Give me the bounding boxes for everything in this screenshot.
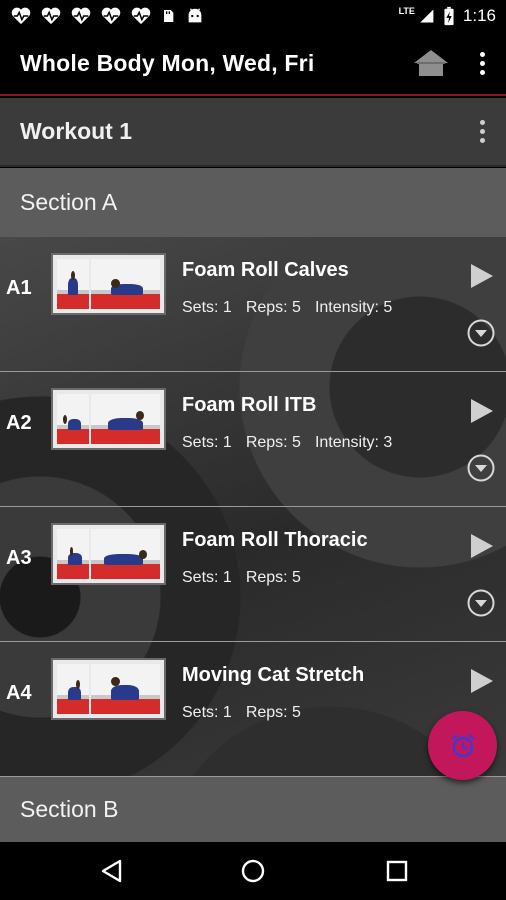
exercise-name: Foam Roll Calves <box>182 259 349 281</box>
chevron-down-icon[interactable] <box>467 589 495 617</box>
heartbeat-icon <box>101 7 121 25</box>
heartbeat-icon <box>71 7 91 25</box>
sd-card-icon <box>164 10 174 22</box>
exercise-sets: Sets: 1 <box>182 299 232 316</box>
play-icon[interactable] <box>470 398 494 424</box>
system-nav-bar <box>0 842 506 900</box>
exercise-code: A4 <box>6 682 32 704</box>
exercise-sets: Sets: 1 <box>182 704 232 721</box>
notification-icons <box>10 6 206 26</box>
exercise-thumbnail <box>51 658 166 720</box>
home-circle-icon[interactable] <box>240 858 266 884</box>
home-icon[interactable] <box>412 48 450 78</box>
exercise-code: A2 <box>6 412 32 434</box>
exercise-code: A3 <box>6 547 32 569</box>
battery-charging-icon <box>444 6 454 26</box>
section-header-a[interactable]: Section A <box>0 168 506 237</box>
exercise-intensity: Intensity: 3 <box>314 434 393 451</box>
back-icon[interactable] <box>99 858 125 884</box>
heartbeat-icon <box>11 7 31 25</box>
chevron-down-icon[interactable] <box>467 319 495 347</box>
section-header-b[interactable]: Section B <box>0 777 506 842</box>
android-icon <box>188 8 202 23</box>
play-icon[interactable] <box>470 263 494 289</box>
heartbeat-icon <box>131 7 151 25</box>
exercise-row[interactable]: A3 Foam Roll Thoracic Sets: 1 Reps: 5 <box>0 507 506 642</box>
exercise-row[interactable]: A1 Foam Roll Calves Sets: 1 Reps: 5 Intens… <box>0 237 506 372</box>
alarm-clock-icon <box>450 733 475 757</box>
workout-title: Workout 1 <box>20 118 133 144</box>
exercise-details: Sets: 1 Reps: 5 Intensity: 5 <box>182 299 406 317</box>
exercise-name: Foam Roll ITB <box>182 394 317 416</box>
app-bar: Whole Body Mon, Wed, Fri <box>0 32 506 96</box>
exercise-details: Sets: 1 Reps: 5 Intensity: 3 <box>182 434 406 452</box>
exercise-intensity: Intensity: 5 <box>314 299 393 316</box>
section-title: Section A <box>20 189 118 215</box>
workout-menu-icon[interactable] <box>478 120 486 143</box>
exercise-sets: Sets: 1 <box>182 434 232 451</box>
exercise-thumbnail <box>51 253 166 315</box>
network-type: LTE <box>398 6 415 16</box>
exercise-thumbnail <box>51 388 166 450</box>
exercise-thumbnail <box>51 523 166 585</box>
alarm-fab-button[interactable] <box>428 711 497 780</box>
section-title: Section B <box>20 796 119 822</box>
exercise-reps: Reps: 5 <box>245 299 301 316</box>
exercise-name: Moving Cat Stretch <box>182 664 365 686</box>
overflow-menu-icon[interactable] <box>478 51 486 75</box>
exercise-details: Sets: 1 Reps: 5 <box>182 704 315 722</box>
play-icon[interactable] <box>470 533 494 559</box>
exercise-list: A1 Foam Roll Calves Sets: 1 Reps: 5 Intens… <box>0 237 506 777</box>
exercise-sets: Sets: 1 <box>182 569 232 586</box>
page-title: Whole Body Mon, Wed, Fri <box>20 49 315 76</box>
system-status: LTE 1:16 <box>399 6 496 26</box>
play-icon[interactable] <box>470 668 494 694</box>
exercise-code: A1 <box>6 277 32 299</box>
exercise-reps: Reps: 5 <box>245 569 301 586</box>
clock: 1:16 <box>462 6 496 25</box>
chevron-down-icon[interactable] <box>467 454 495 482</box>
signal-icon <box>420 9 434 23</box>
heartbeat-icon <box>41 7 61 25</box>
exercise-row[interactable]: A2 Foam Roll ITB Sets: 1 Reps: 5 Intensity… <box>0 372 506 507</box>
exercise-name: Foam Roll Thoracic <box>182 529 368 551</box>
status-bar: LTE 1:16 <box>0 0 506 32</box>
workout-header[interactable]: Workout 1 <box>0 98 506 167</box>
exercise-reps: Reps: 5 <box>245 434 301 451</box>
recents-icon[interactable] <box>384 858 410 884</box>
exercise-reps: Reps: 5 <box>245 704 301 721</box>
exercise-details: Sets: 1 Reps: 5 <box>182 569 315 587</box>
